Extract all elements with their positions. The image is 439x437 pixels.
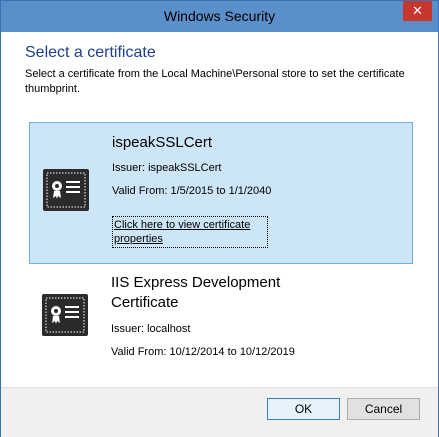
certificate-icon bbox=[43, 169, 89, 211]
dialog-footer: OK Cancel bbox=[1, 387, 438, 437]
window-title: Windows Security bbox=[163, 8, 276, 24]
windows-security-dialog: Windows Security ✕ Select a certificate … bbox=[0, 0, 439, 437]
certificate-icon bbox=[42, 294, 88, 336]
certificate-item-iis-express[interactable]: IIS Express Development Certificate Issu… bbox=[29, 269, 411, 379]
ok-button[interactable]: OK bbox=[267, 398, 340, 420]
dialog-description: Select a certificate from the Local Mach… bbox=[25, 68, 405, 95]
certificate-item-ispeak[interactable]: ispeakSSLCert Issuer: ispeakSSLCert Vali… bbox=[29, 122, 413, 264]
title-bar[interactable]: Windows Security ✕ bbox=[1, 1, 438, 32]
certificate-issuer: Issuer: ispeakSSLCert bbox=[112, 162, 222, 174]
view-certificate-properties-link[interactable]: Click here to view certificate propertie… bbox=[112, 216, 268, 248]
cancel-button[interactable]: Cancel bbox=[347, 398, 420, 420]
dialog-heading: Select a certificate bbox=[25, 44, 156, 61]
close-icon[interactable]: ✕ bbox=[403, 1, 432, 21]
certificate-issuer: Issuer: localhost bbox=[111, 323, 191, 335]
certificate-name: IIS Express Development Certificate bbox=[111, 274, 281, 311]
certificate-validity: Valid From: 10/12/2014 to 10/12/2019 bbox=[111, 346, 295, 358]
certificate-validity: Valid From: 1/5/2015 to 1/1/2040 bbox=[112, 185, 272, 197]
certificate-name: ispeakSSLCert bbox=[112, 134, 213, 151]
